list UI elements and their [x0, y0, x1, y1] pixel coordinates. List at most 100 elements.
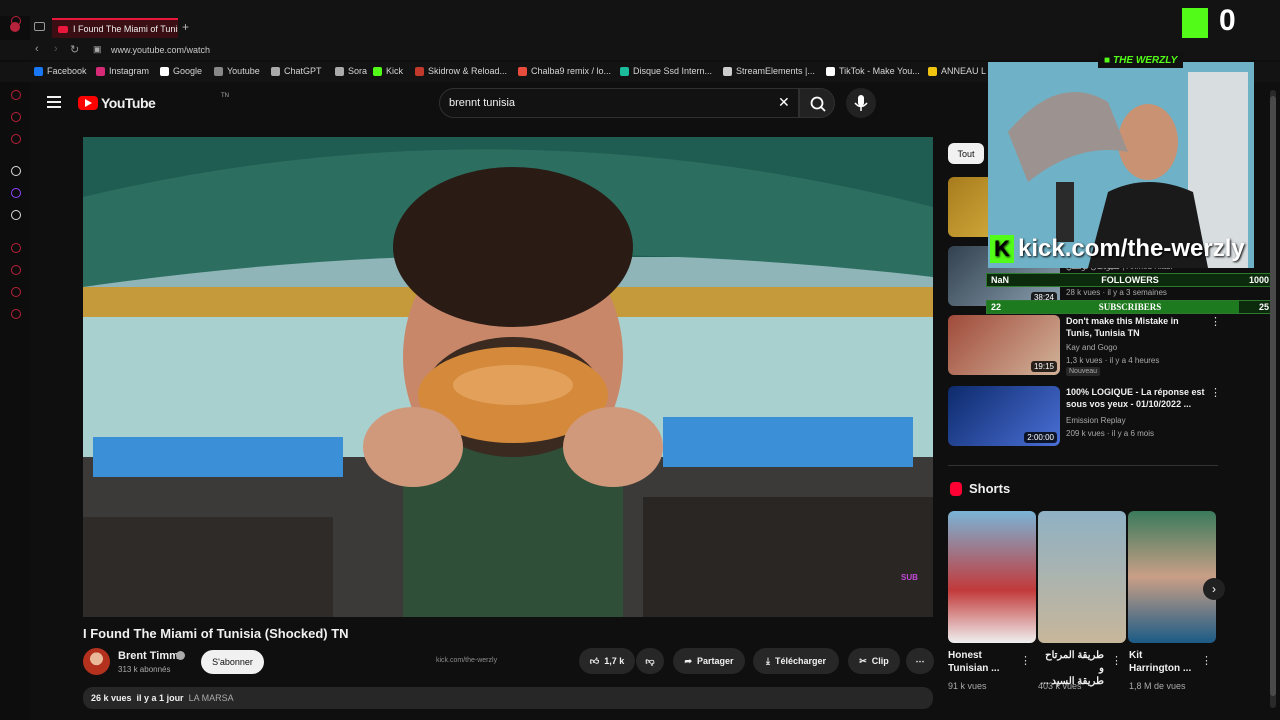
- bookmark-6[interactable]: Kick: [373, 66, 403, 76]
- rec-title[interactable]: 100% LOGIQUE - La réponse est sous vos y…: [1066, 386, 1206, 410]
- bookmark-0[interactable]: Facebook: [34, 66, 87, 76]
- bookmark-10[interactable]: StreamElements |...: [723, 66, 815, 76]
- opera-menu-icon[interactable]: [10, 22, 20, 32]
- back-icon[interactable]: ‹: [35, 43, 39, 55]
- upload-age: il y a 1 jour: [136, 693, 184, 703]
- video-player[interactable]: SUB: [83, 137, 933, 617]
- bookmark-icon: [34, 66, 43, 76]
- shorts-next-button[interactable]: ›: [1203, 578, 1225, 600]
- new-tab-button[interactable]: +: [182, 20, 189, 34]
- chip-all[interactable]: Tout: [948, 143, 984, 164]
- like-button[interactable]: 👍︎ 1,7 k: [579, 648, 635, 674]
- forward-icon[interactable]: ›: [54, 43, 58, 55]
- like-count: 1,7 k: [604, 656, 625, 666]
- kick-k-icon: K: [990, 235, 1014, 263]
- dislike-button[interactable]: 👎︎: [636, 648, 664, 674]
- bookmark-8[interactable]: Chalba9 remix / lo...: [518, 66, 611, 76]
- x-icon[interactable]: [11, 210, 21, 220]
- twitch-icon[interactable]: [11, 188, 21, 198]
- sidebar-icon-3[interactable]: [11, 112, 21, 122]
- bookmark-icon: [271, 66, 280, 76]
- rec-item-4[interactable]: 2:00:00 100% LOGIQUE - La réponse est so…: [948, 386, 1221, 446]
- active-tab[interactable]: I Found The Miami of Tunisia: [52, 18, 178, 38]
- bookmark-label: ANNEAU L: [941, 66, 987, 76]
- channel-name[interactable]: Brent Timm: [118, 650, 179, 662]
- tab-title: I Found The Miami of Tunisia: [73, 24, 178, 34]
- short-more-icon-2[interactable]: ⋮: [1111, 654, 1122, 667]
- rec-more-icon[interactable]: ⋮: [1210, 386, 1221, 399]
- sidebar-icon-10[interactable]: [11, 287, 21, 297]
- window-top-strip: [0, 0, 1280, 16]
- hamburger-menu-icon[interactable]: [47, 96, 61, 108]
- rec-item-3[interactable]: 19:15 Don't make this Mistake in Tunis, …: [948, 315, 1221, 376]
- search-input[interactable]: brennt tunisia: [449, 97, 515, 109]
- bookmark-3[interactable]: Youtube: [214, 66, 260, 76]
- short-more-icon-1[interactable]: ⋮: [1020, 654, 1031, 667]
- rec-more-icon[interactable]: ⋮: [1210, 315, 1221, 328]
- sidebar-icon-8[interactable]: [11, 243, 21, 253]
- short-thumbnail-1[interactable]: [948, 511, 1036, 643]
- bookmark-2[interactable]: Google: [160, 66, 202, 76]
- bookmark-label: Kick: [386, 66, 404, 76]
- history-icon[interactable]: [11, 265, 21, 275]
- url-field[interactable]: www.youtube.com/watch: [111, 45, 210, 55]
- reload-icon[interactable]: ↻: [70, 43, 79, 56]
- bookmark-label: Skidrow & Reload...: [428, 66, 508, 76]
- clear-search-icon[interactable]: ✕: [778, 94, 790, 111]
- youtube-logo[interactable]: YouTube TN: [78, 93, 229, 111]
- kick-logo-icon: [1182, 8, 1208, 38]
- more-actions-button[interactable]: ⋯: [906, 648, 934, 674]
- rec-channel[interactable]: Kay and Gogo: [1066, 343, 1117, 352]
- followers-goal-bar: NaN FOLLOWERS 1000: [986, 273, 1274, 287]
- short-title-3[interactable]: Kit Harrington ...: [1129, 649, 1191, 675]
- short-views-2: 403 k vues: [1038, 681, 1082, 691]
- subscribers-target: 25: [1258, 302, 1269, 312]
- search-button[interactable]: [799, 88, 835, 118]
- voice-search-button[interactable]: [846, 88, 876, 118]
- settings-icon[interactable]: [11, 309, 21, 319]
- video-title: I Found The Miami of Tunisia (Shocked) T…: [83, 626, 349, 641]
- channel-avatar[interactable]: [83, 648, 110, 675]
- video-frame: [83, 137, 933, 617]
- bookmark-12[interactable]: ANNEAU L: [928, 66, 986, 76]
- view-count: 26 k vues: [91, 693, 132, 703]
- search-icon: [810, 96, 826, 112]
- subscribe-button[interactable]: S'abonner: [201, 650, 264, 674]
- bookmark-5[interactable]: Sora: [335, 66, 367, 76]
- tab-icon[interactable]: [34, 22, 45, 31]
- bookmark-icon: [723, 66, 732, 76]
- bookmark-11[interactable]: TikTok - Make You...: [826, 66, 920, 76]
- short-title-1[interactable]: Honest Tunisian ...: [948, 649, 999, 675]
- rec-thumbnail[interactable]: 2:00:00: [948, 386, 1060, 446]
- bookmark-label: Instagram: [109, 66, 150, 76]
- followers-target: 1000: [1248, 275, 1269, 285]
- short-thumbnail-3[interactable]: [1128, 511, 1216, 643]
- sidebar-icon-4[interactable]: [11, 134, 21, 144]
- more-icon: ⋯: [915, 655, 925, 666]
- short-views-1: 91 k vues: [948, 681, 987, 691]
- subscriber-count: 313 k abonnés: [118, 665, 171, 674]
- bookmark-1[interactable]: Instagram: [96, 66, 149, 76]
- rec-channel[interactable]: Emission Replay: [1066, 416, 1126, 425]
- sidebar-icon-5[interactable]: [11, 166, 21, 176]
- scrollbar-thumb[interactable]: [1270, 96, 1276, 696]
- bookmark-4[interactable]: ChatGPT: [271, 66, 322, 76]
- share-button[interactable]: ➦ Partager: [673, 648, 745, 674]
- description-box[interactable]: 26 k vues il y a 1 jour LA MARSA: [83, 687, 933, 709]
- shorts-label: Shorts: [969, 481, 1011, 496]
- download-button[interactable]: ⤓ Télécharger: [753, 648, 839, 674]
- rec-title[interactable]: Don't make this Mistake in Tunis, Tunisi…: [1066, 315, 1206, 339]
- bookmark-label: Disque Ssd Intern...: [633, 66, 713, 76]
- location-tag[interactable]: LA MARSA: [189, 693, 234, 703]
- short-more-icon-3[interactable]: ⋮: [1201, 654, 1212, 667]
- short-thumbnail-2[interactable]: [1038, 511, 1126, 643]
- clip-button[interactable]: ✂ Clip: [848, 648, 900, 674]
- bookmark-icon: [335, 66, 344, 76]
- bookmark-icon: [373, 66, 382, 76]
- rec-thumbnail[interactable]: 19:15: [948, 315, 1060, 375]
- shorts-icon: [950, 481, 962, 496]
- sidebar-icon-2[interactable]: [11, 90, 21, 100]
- bookmark-9[interactable]: Disque Ssd Intern...: [620, 66, 712, 76]
- bookmark-7[interactable]: Skidrow & Reload...: [415, 66, 507, 76]
- bookmark-icon: [826, 66, 835, 76]
